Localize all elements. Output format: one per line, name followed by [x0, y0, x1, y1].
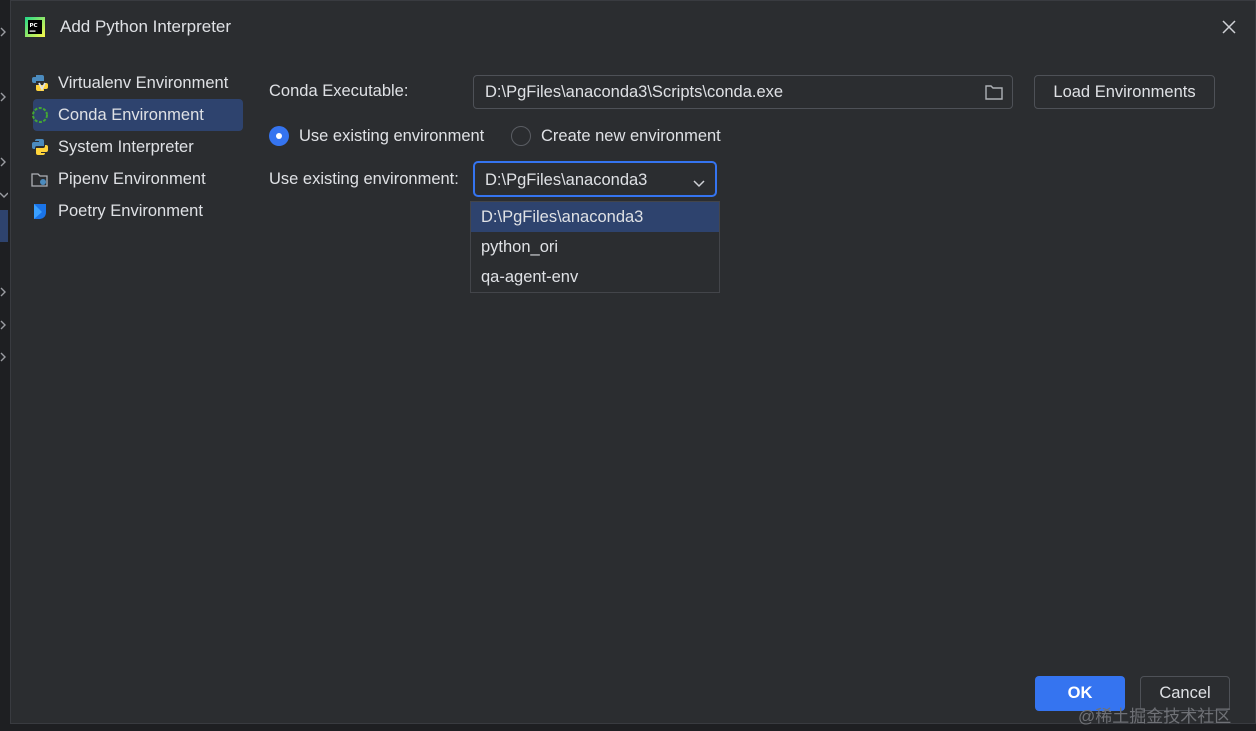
- dialog-title: Add Python Interpreter: [60, 17, 232, 36]
- dialog-titlebar: PC Add Python Interpreter: [11, 1, 1255, 53]
- python-icon: [31, 138, 49, 156]
- environment-combobox[interactable]: D:\PgFiles\anaconda3: [473, 161, 717, 197]
- environment-type-list: Virtualenv Environment Conda Environment…: [23, 67, 243, 227]
- svg-text:PC: PC: [30, 23, 38, 29]
- chevron-down-icon: [0, 188, 10, 202]
- sidebar-item-label: Virtualenv Environment: [58, 73, 229, 92]
- watermark: @稀土掘金技术社区: [1078, 707, 1232, 726]
- background-ide-strip: [0, 0, 10, 731]
- dropdown-option-python-ori[interactable]: python_ori: [471, 232, 719, 262]
- dropdown-option-anaconda3[interactable]: D:\PgFiles\anaconda3: [471, 202, 719, 232]
- dropdown-option-qa-agent-env[interactable]: qa-agent-env: [471, 262, 719, 292]
- create-new-radio-label: Create new environment: [541, 126, 721, 145]
- sidebar-item-label: Pipenv Environment: [58, 169, 206, 188]
- create-new-radio[interactable]: Create new environment: [511, 126, 721, 146]
- use-existing-environment-label: Use existing environment:: [269, 170, 459, 188]
- environment-dropdown-list: D:\PgFiles\anaconda3 python_ori qa-agent…: [470, 201, 720, 293]
- chevron-right-icon: [0, 285, 10, 299]
- chevron-right-icon: [0, 350, 10, 364]
- virtualenv-icon: [31, 74, 49, 92]
- sidebar-item-label: Poetry Environment: [58, 201, 203, 220]
- conda-executable-field[interactable]: D:\PgFiles\anaconda3\Scripts\conda.exe: [473, 75, 1013, 109]
- background-selection-marker: [0, 210, 8, 242]
- chevron-down-icon: [693, 175, 705, 188]
- poetry-icon: [31, 202, 49, 220]
- close-icon[interactable]: [1221, 19, 1237, 35]
- sidebar-item-system-interpreter[interactable]: System Interpreter: [23, 131, 243, 163]
- environment-combobox-value: D:\PgFiles\anaconda3: [485, 171, 648, 189]
- use-existing-radio[interactable]: Use existing environment: [269, 126, 484, 146]
- conda-executable-label: Conda Executable:: [269, 82, 409, 100]
- radio-selected-icon: [269, 126, 289, 146]
- pipenv-icon: [31, 170, 49, 188]
- conda-executable-value: D:\PgFiles\anaconda3\Scripts\conda.exe: [485, 83, 784, 101]
- add-python-interpreter-dialog: PC Add Python Interpreter Virtualenv Env…: [10, 0, 1256, 724]
- conda-icon: [31, 106, 49, 124]
- chevron-right-icon: [0, 90, 10, 104]
- pycharm-icon: PC: [25, 17, 45, 37]
- chevron-right-icon: [0, 318, 10, 332]
- chevron-right-icon: [0, 155, 10, 169]
- radio-unselected-icon: [511, 126, 531, 146]
- chevron-right-icon: [0, 25, 10, 39]
- sidebar-item-pipenv[interactable]: Pipenv Environment: [23, 163, 243, 195]
- sidebar-item-label: Conda Environment: [58, 105, 204, 124]
- use-existing-radio-label: Use existing environment: [299, 126, 485, 145]
- sidebar-item-poetry[interactable]: Poetry Environment: [23, 195, 243, 227]
- folder-icon[interactable]: [985, 84, 1003, 100]
- load-environments-button[interactable]: Load Environments: [1034, 75, 1215, 109]
- sidebar-item-virtualenv[interactable]: Virtualenv Environment: [23, 67, 243, 99]
- sidebar-item-conda[interactable]: Conda Environment: [31, 99, 243, 131]
- sidebar-item-label: System Interpreter: [58, 137, 194, 156]
